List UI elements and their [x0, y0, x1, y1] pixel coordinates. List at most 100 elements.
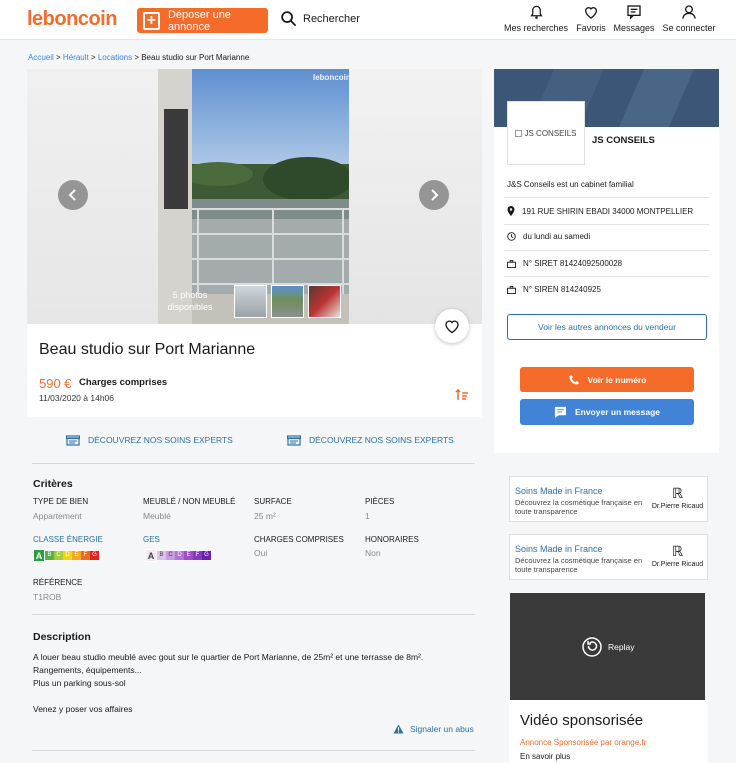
location-pin-icon — [507, 206, 515, 216]
energy-grade: G — [90, 551, 99, 560]
replay-icon — [582, 637, 602, 657]
ad-title: Soins Made in France — [515, 544, 603, 554]
ad-subtitle: Découvrez la cosmétique française en tou… — [515, 498, 643, 516]
rooms-value: 1 — [365, 511, 370, 521]
breadcrumb-region[interactable]: Hérault — [63, 53, 89, 62]
heart-icon — [445, 320, 459, 333]
sponsored-ad[interactable]: Soins Made in France Découvrez la cosmét… — [509, 476, 708, 522]
energy-grade: F — [81, 551, 90, 560]
divider — [504, 224, 709, 225]
seller-logo-alt: JS CONSEILS — [524, 128, 577, 138]
furnished-label: MEUBLÉ / NON MEUBLÉ — [143, 497, 236, 506]
seller-address-text: 191 RUE SHIRIN EBADI 34000 MONTPELLIER — [522, 206, 694, 216]
ad-brand: ℝ Dr.Pierre Ricaud — [650, 545, 705, 568]
thumbnail[interactable] — [308, 285, 341, 318]
seller-card: JS CONSEILS JS CONSEILS J&S Conseils est… — [494, 69, 719, 453]
divider — [32, 463, 475, 464]
seller-tagline-text: J&S Conseils est un cabinet familial — [507, 180, 634, 189]
ges-label: GES — [143, 535, 160, 544]
heart-icon — [584, 7, 598, 19]
video-info: Vidéo sponsorisée Annonce Sponsorisée pa… — [509, 700, 708, 763]
ad-brand-name: Dr.Pierre Ricaud — [651, 561, 704, 568]
thumbnail[interactable] — [271, 285, 304, 318]
divider — [504, 250, 709, 251]
thumbnail[interactable] — [234, 285, 267, 318]
ad-brand: ℝ Dr.Pierre Ricaud — [650, 487, 705, 510]
search-link[interactable]: Rechercher — [280, 10, 360, 27]
breadcrumb-home[interactable]: Accueil — [28, 53, 54, 62]
ad-title: Soins Made in France — [515, 486, 603, 496]
description-line: Rangements, équipements... — [33, 665, 142, 675]
report-abuse-label: Signaler un abus — [410, 724, 474, 734]
favorite-button[interactable] — [435, 309, 469, 343]
clock-icon — [507, 232, 516, 241]
promo-link[interactable]: DÉCOUVREZ NOS SOINS EXPERTS — [66, 434, 233, 446]
sponsored-ad[interactable]: Soins Made in France Découvrez la cosmét… — [509, 534, 708, 580]
other-ads-button[interactable]: Voir les autres annonces du vendeur — [507, 314, 707, 340]
promo-label: DÉCOUVREZ NOS SOINS EXPERTS — [88, 435, 233, 445]
photo-gallery[interactable]: leboncoin 5 photos disponibles — [27, 69, 482, 324]
message-icon — [627, 5, 641, 20]
video-sponsor[interactable]: Annonce Sponsorisée par orange.fr — [520, 738, 646, 747]
next-photo-button[interactable] — [419, 180, 449, 210]
gift-icon — [66, 435, 80, 446]
sort-icon[interactable] — [455, 389, 469, 401]
post-ad-button[interactable]: + Déposer une annonce — [137, 8, 268, 33]
broken-image-icon — [515, 129, 523, 137]
top-header: leboncoin + Déposer une annonce Recherch… — [0, 0, 736, 40]
divider — [504, 276, 709, 277]
furnished-value: Meublé — [143, 511, 171, 521]
warning-icon — [393, 724, 404, 734]
breadcrumb-category[interactable]: Locations — [98, 53, 132, 62]
energy-grade: E — [72, 551, 81, 560]
sponsored-video[interactable]: Replay — [510, 593, 705, 700]
listing-price: 590 € — [39, 376, 72, 391]
energy-class-label: CLASSE ÉNERGIE — [33, 535, 103, 544]
site-logo[interactable]: leboncoin — [27, 8, 117, 31]
seller-hours-text: du lundi au samedi — [523, 232, 591, 241]
breadcrumb-current: Beau studio sur Port Marianne — [141, 53, 250, 62]
seller-siren: N° SIREN 814240925 — [507, 285, 601, 294]
nav-label: Messages — [613, 23, 655, 33]
nav-login[interactable]: Se connecter — [654, 4, 724, 33]
description-line: Plus un parking sous-sol — [33, 678, 126, 688]
charges-included-value: Oui — [254, 548, 268, 558]
fees-value: Non — [365, 548, 381, 558]
send-message-label: Envoyer un message — [574, 407, 661, 417]
criteria-title: Critères — [33, 478, 73, 490]
listing-card: leboncoin 5 photos disponibles Beau stud… — [27, 69, 482, 417]
prev-photo-button[interactable] — [58, 180, 88, 210]
phone-icon — [569, 374, 579, 384]
briefcase-icon — [507, 259, 516, 268]
replay-label: Replay — [608, 642, 635, 652]
chevron-right-icon — [431, 189, 439, 201]
listing-date: 11/03/2020 à 14h06 — [39, 393, 114, 403]
photos-count: 5 photos disponibles — [167, 290, 213, 312]
video-more-link[interactable]: En savoir plus — [520, 752, 570, 761]
charges-label: Charges comprises — [79, 377, 168, 388]
send-message-button[interactable]: Envoyer un message — [520, 399, 694, 425]
reference-label: RÉFÉRENCE — [33, 578, 83, 587]
ad-brand-name: Dr.Pierre Ricaud — [651, 503, 704, 510]
reference-value: T1ROB — [33, 592, 62, 602]
seller-logo[interactable]: JS CONSEILS — [507, 101, 585, 165]
search-icon — [281, 11, 297, 27]
property-type-label: TYPE DE BIEN — [33, 497, 89, 506]
description-line: Venez y poser vos affaires — [33, 704, 133, 714]
seller-name[interactable]: JS CONSEILS — [592, 135, 655, 146]
show-phone-button[interactable]: Voir le numéro — [520, 367, 694, 392]
energy-grade: C — [166, 551, 175, 560]
description-title: Description — [33, 631, 91, 643]
promo-link[interactable]: DÉCOUVREZ NOS SOINS EXPERTS — [287, 434, 454, 446]
report-abuse-link[interactable]: Signaler un abus — [393, 724, 474, 734]
post-ad-label: Déposer une annonce — [167, 8, 231, 33]
promo-label: DÉCOUVREZ NOS SOINS EXPERTS — [309, 435, 454, 445]
plus-icon: + — [143, 11, 160, 30]
brand-logo-icon: ℝ — [671, 545, 684, 560]
energy-grade: F — [193, 551, 202, 560]
energy-grade: D — [63, 551, 72, 560]
photo-watermark: leboncoin — [313, 73, 351, 82]
replay-button[interactable]: Replay — [582, 637, 634, 657]
search-label: Rechercher — [303, 12, 360, 25]
listing-title: Beau studio sur Port Marianne — [39, 341, 256, 358]
